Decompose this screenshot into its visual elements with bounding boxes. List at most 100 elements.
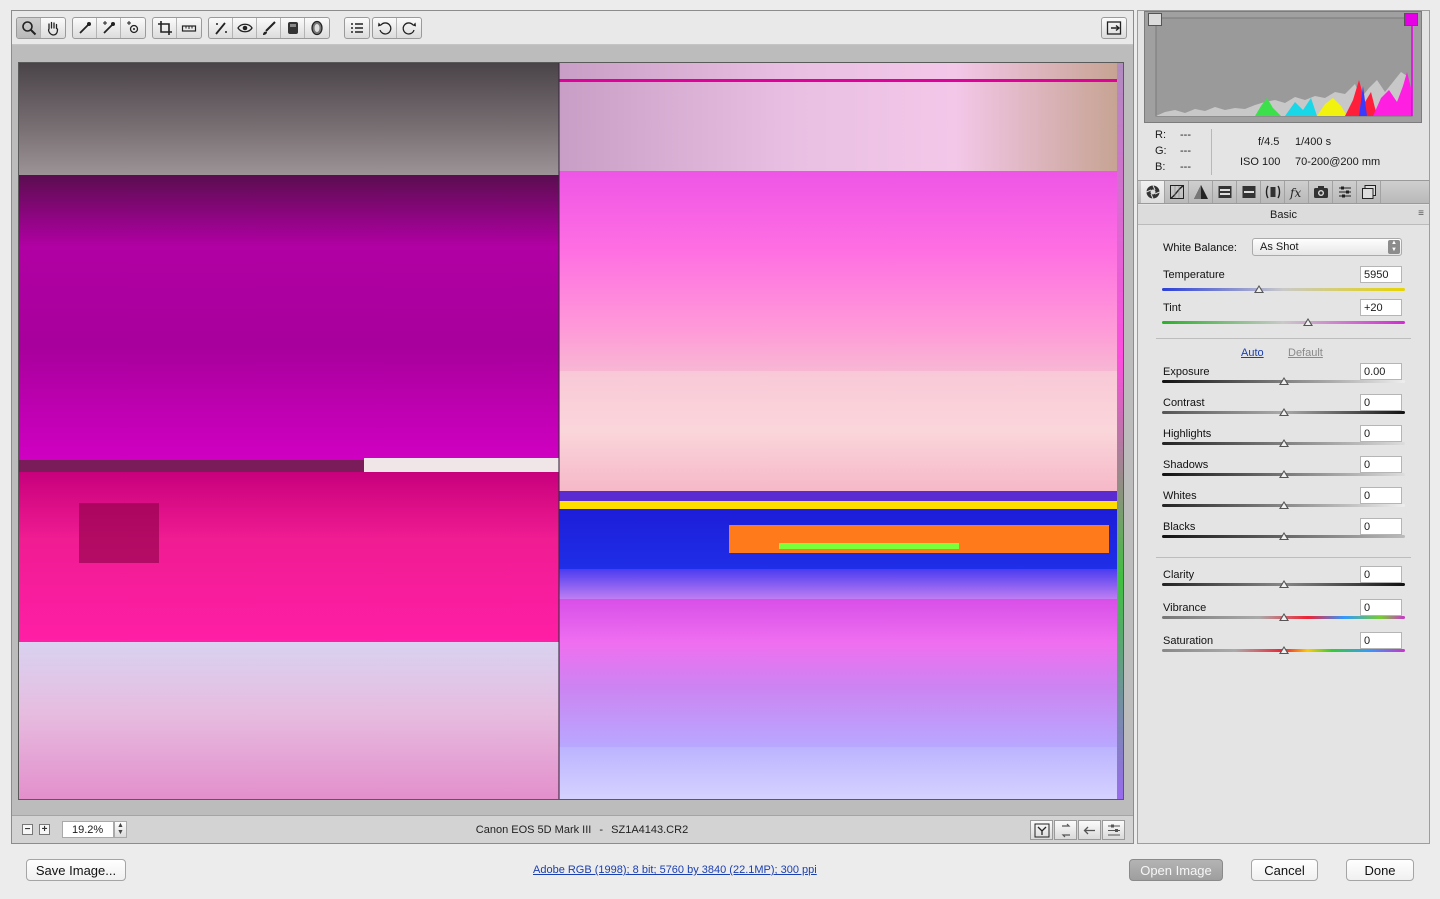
tab-hsl[interactable] xyxy=(1213,181,1237,203)
image-region xyxy=(19,175,559,460)
settings-panel: R: --- G: --- B: --- f/4.5 1/400 s ISO 1… xyxy=(1137,10,1430,844)
zoom-menu-stepper[interactable]: ▲ ▼ xyxy=(114,821,127,838)
rotate-group xyxy=(372,17,422,39)
tab-split-toning[interactable] xyxy=(1237,181,1261,203)
exposure-slider-thumb[interactable] xyxy=(1278,377,1289,385)
blacks-field[interactable]: 0 xyxy=(1360,518,1402,535)
swap-settings-button[interactable] xyxy=(1054,820,1077,840)
crop-tool-button[interactable] xyxy=(153,18,177,38)
histogram xyxy=(1144,11,1422,123)
red-eye-tool-button[interactable] xyxy=(233,18,257,38)
panel-menu-icon[interactable]: ≡ xyxy=(1418,208,1424,219)
zoom-level-field[interactable]: 19.2% xyxy=(62,821,114,838)
tab-presets[interactable] xyxy=(1333,181,1357,203)
clarity-field[interactable]: 0 xyxy=(1360,566,1402,583)
clarity-label: Clarity xyxy=(1163,569,1195,581)
dialog-footer: Save Image... Adobe RGB (1998); 8 bit; 5… xyxy=(0,846,1440,899)
preferences-button[interactable] xyxy=(345,18,369,38)
image-preview[interactable] xyxy=(18,62,1124,800)
contrast-slider-thumb[interactable] xyxy=(1278,408,1289,416)
copy-arrow-icon xyxy=(1083,826,1095,834)
b-value: --- xyxy=(1180,161,1191,173)
highlights-label: Highlights xyxy=(1163,428,1212,440)
white-balance-select[interactable]: As Shot ▲ ▼ xyxy=(1252,238,1402,256)
contrast-field[interactable]: 0 xyxy=(1360,394,1402,411)
shadows-field[interactable]: 0 xyxy=(1360,456,1402,473)
tab-basic[interactable] xyxy=(1141,181,1165,203)
highlight-clipping-warning[interactable] xyxy=(1404,13,1418,26)
spot-brush-icon xyxy=(214,22,227,35)
graduated-filter-button[interactable] xyxy=(281,18,305,38)
tab-tone-curve[interactable] xyxy=(1165,181,1189,203)
exposure-field[interactable]: 0.00 xyxy=(1360,363,1402,380)
rotate-left-button[interactable] xyxy=(373,18,397,38)
tint-field[interactable]: +20 xyxy=(1360,299,1402,316)
tint-slider-track[interactable] xyxy=(1162,321,1405,324)
before-after-view-button[interactable] xyxy=(1030,820,1053,840)
done-button[interactable]: Done xyxy=(1346,859,1414,881)
open-image-button[interactable]: Open Image xyxy=(1129,859,1223,881)
radial-filter-button[interactable] xyxy=(305,18,329,38)
fullscreen-button[interactable] xyxy=(1102,18,1126,38)
gradient-icon xyxy=(287,22,298,34)
tab-effects[interactable]: fx xyxy=(1285,181,1309,203)
image-region xyxy=(79,503,159,563)
svg-text:fx: fx xyxy=(1289,186,1301,200)
save-image-button[interactable]: Save Image... xyxy=(26,859,126,881)
zoom-tool-button[interactable] xyxy=(17,18,41,38)
prefs-group xyxy=(344,17,370,39)
white-balance-tool-button[interactable] xyxy=(73,18,97,38)
adjustment-brush-button[interactable] xyxy=(257,18,281,38)
zoom-in-button[interactable]: + xyxy=(39,824,50,835)
rotate-right-icon xyxy=(402,22,416,35)
magnifier-icon xyxy=(21,21,36,36)
image-region xyxy=(559,569,1123,599)
hand-tool-button[interactable] xyxy=(41,18,65,38)
straighten-tool-button[interactable] xyxy=(177,18,201,38)
highlights-slider-thumb[interactable] xyxy=(1278,439,1289,447)
image-region xyxy=(559,171,1123,371)
vibrance-slider-thumb[interactable] xyxy=(1278,613,1289,621)
image-region xyxy=(559,371,1123,491)
vibrance-label: Vibrance xyxy=(1163,602,1207,614)
zoom-out-button[interactable]: − xyxy=(22,824,33,835)
temperature-slider-track[interactable] xyxy=(1162,288,1405,291)
white-balance-value: As Shot xyxy=(1260,241,1299,253)
temperature-slider-thumb[interactable] xyxy=(1254,285,1265,293)
tab-lens-corrections[interactable] xyxy=(1261,181,1285,203)
tab-detail[interactable] xyxy=(1189,181,1213,203)
targeted-adjustment-tool-button[interactable] xyxy=(121,18,145,38)
toggle-settings-button[interactable] xyxy=(1102,820,1125,840)
tab-camera-calibration[interactable] xyxy=(1309,181,1333,203)
fullscreen-icon xyxy=(1106,21,1122,35)
aperture-info: f/4.5 xyxy=(1258,136,1280,148)
shadow-clipping-warning[interactable] xyxy=(1148,13,1162,26)
copy-settings-button[interactable] xyxy=(1078,820,1101,840)
tab-snapshots[interactable] xyxy=(1357,181,1381,203)
eye-icon xyxy=(236,23,253,33)
g-value: --- xyxy=(1180,145,1191,157)
workflow-options-link[interactable]: Adobe RGB (1998); 8 bit; 5760 by 3840 (2… xyxy=(533,864,817,876)
spot-removal-tool-button[interactable] xyxy=(209,18,233,38)
default-link[interactable]: Default xyxy=(1288,347,1323,359)
image-region xyxy=(1117,63,1123,799)
saturation-slider-thumb[interactable] xyxy=(1278,646,1289,654)
cancel-button[interactable]: Cancel xyxy=(1251,859,1318,881)
vibrance-field[interactable]: 0 xyxy=(1360,599,1402,616)
color-sampler-tool-button[interactable] xyxy=(97,18,121,38)
shadows-slider-thumb[interactable] xyxy=(1278,470,1289,478)
hsl-icon xyxy=(1218,186,1231,198)
rotate-right-button[interactable] xyxy=(397,18,421,38)
color-sampler-icon xyxy=(102,21,115,34)
saturation-field[interactable]: 0 xyxy=(1360,632,1402,649)
clarity-slider-thumb[interactable] xyxy=(1278,580,1289,588)
highlights-field[interactable]: 0 xyxy=(1360,425,1402,442)
blacks-slider-thumb[interactable] xyxy=(1278,532,1289,540)
whites-field[interactable]: 0 xyxy=(1360,487,1402,504)
auto-link[interactable]: Auto xyxy=(1241,347,1264,359)
lens-info: 70-200@200 mm xyxy=(1295,156,1381,168)
temperature-field[interactable]: 5950 xyxy=(1360,266,1402,283)
whites-slider-thumb[interactable] xyxy=(1278,501,1289,509)
tint-slider-thumb[interactable] xyxy=(1302,318,1313,326)
image-region xyxy=(559,501,1123,509)
